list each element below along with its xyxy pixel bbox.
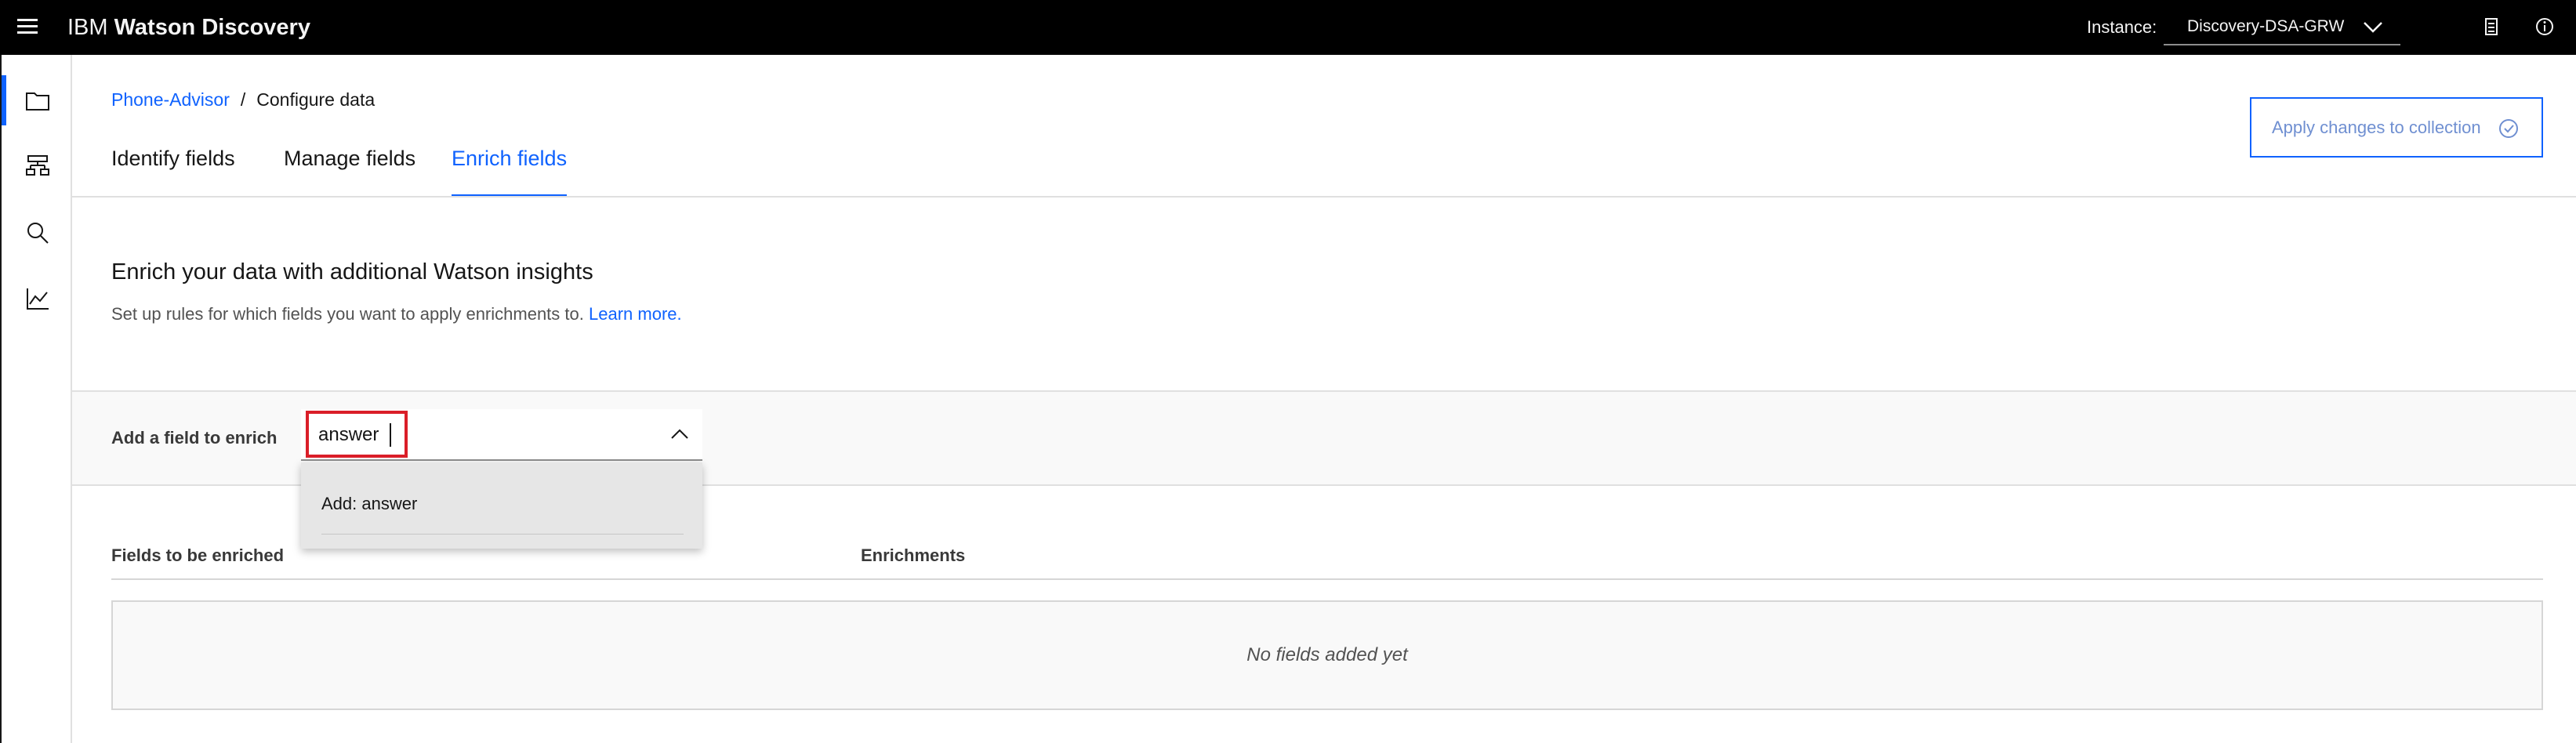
learn-more-link[interactable]: Learn more. xyxy=(589,304,682,324)
instance-label: Instance: xyxy=(2087,17,2157,37)
brand-name: Watson Discovery xyxy=(114,15,310,40)
nav-model[interactable] xyxy=(2,141,72,191)
column-header-enrichments: Enrichments xyxy=(861,545,966,565)
dropdown-option-add[interactable]: Add: answer xyxy=(321,492,417,516)
field-combobox[interactable]: answer xyxy=(301,409,702,461)
top-header: IBM Watson Discovery Instance: Discovery… xyxy=(0,0,2576,55)
add-field-label: Add a field to enrich xyxy=(111,428,278,448)
breadcrumb-separator: / xyxy=(240,89,246,110)
description-text: Set up rules for which fields you want t… xyxy=(111,304,584,324)
apply-changes-button[interactable]: Apply changes to collection xyxy=(2250,97,2543,158)
field-search-input[interactable]: answer xyxy=(306,411,408,458)
menu-icon[interactable] xyxy=(17,17,38,36)
model-icon xyxy=(26,155,49,176)
section-description: Set up rules for which fields you want t… xyxy=(111,303,682,326)
app-brand[interactable]: IBM Watson Discovery xyxy=(67,14,310,41)
breadcrumb: Phone-Advisor / Configure data xyxy=(111,86,375,113)
search-icon xyxy=(27,223,49,244)
info-icon[interactable] xyxy=(2532,14,2557,39)
folder-icon xyxy=(26,92,49,111)
breadcrumb-current: Configure data xyxy=(256,89,376,110)
instance-value: Discovery-DSA-GRW xyxy=(2187,17,2345,35)
tab-divider xyxy=(72,196,2576,198)
breadcrumb-project-link[interactable]: Phone-Advisor xyxy=(111,89,230,110)
field-input-value: answer xyxy=(318,424,379,445)
apply-changes-label: Apply changes to collection xyxy=(2272,118,2481,137)
nav-projects[interactable] xyxy=(2,75,72,125)
side-nav xyxy=(0,55,72,743)
table-header-divider xyxy=(111,578,2543,580)
nav-search[interactable] xyxy=(2,207,72,257)
tab-identify-fields[interactable]: Identify fields xyxy=(111,143,235,198)
analytics-icon xyxy=(27,288,49,310)
instance-dropdown[interactable]: Discovery-DSA-GRW xyxy=(2164,8,2400,45)
column-header-fields: Fields to be enriched xyxy=(111,545,285,565)
document-icon[interactable] xyxy=(2479,14,2504,39)
tab-manage-fields[interactable]: Manage fields xyxy=(284,143,415,198)
empty-state: No fields added yet xyxy=(111,600,2543,710)
field-dropdown-menu: Add: answer xyxy=(301,462,702,549)
empty-state-text: No fields added yet xyxy=(1246,644,1408,665)
chevron-down-icon xyxy=(2364,22,2382,33)
text-cursor xyxy=(390,423,391,447)
option-divider xyxy=(321,534,684,535)
chevron-up-icon[interactable] xyxy=(669,426,690,442)
checkmark-circle-icon xyxy=(2499,119,2518,138)
section-title: Enrich your data with additional Watson … xyxy=(111,259,593,285)
brand-prefix: IBM xyxy=(67,15,108,40)
main-content: Phone-Advisor / Configure data Identify fi… xyxy=(72,55,2576,743)
tab-enrich-fields[interactable]: Enrich fields xyxy=(452,143,568,198)
nav-analytics[interactable] xyxy=(2,273,72,323)
